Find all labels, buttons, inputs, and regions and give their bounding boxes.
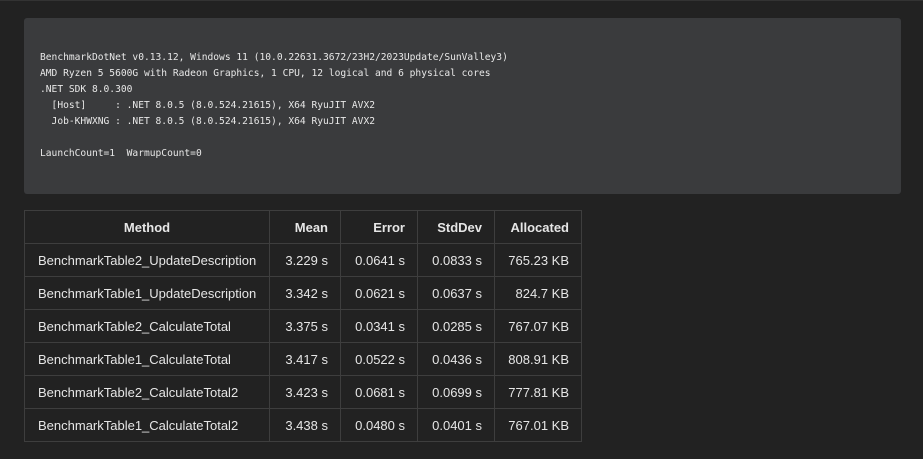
table-row: BenchmarkTable2_CalculateTotal 3.375 s 0… — [24, 309, 582, 343]
env-line-runtime: BenchmarkDotNet v0.13.12, Windows 11 (10… — [40, 52, 508, 63]
benchmark-results-table: Method Mean Error StdDev Allocated Bench… — [24, 210, 582, 442]
table-row: BenchmarkTable1_UpdateDescription 3.342 … — [24, 276, 582, 310]
cell-mean: 3.417 s — [269, 342, 341, 376]
cell-error: 0.0341 s — [340, 309, 418, 343]
header-allocated: Allocated — [494, 210, 582, 244]
cell-allocated: 767.07 KB — [494, 309, 582, 343]
header-error: Error — [340, 210, 418, 244]
cell-method: BenchmarkTable1_CalculateTotal2 — [24, 408, 270, 442]
cell-allocated: 765.23 KB — [494, 243, 582, 277]
page: BenchmarkDotNet v0.13.12, Windows 11 (10… — [0, 0, 923, 459]
env-line-host: [Host] : .NET 8.0.5 (8.0.524.21615), X64… — [40, 100, 376, 111]
cell-allocated: 824.7 KB — [494, 276, 582, 310]
cell-error: 0.0681 s — [340, 375, 418, 409]
cell-method: BenchmarkTable2_CalculateTotal — [24, 309, 270, 343]
cell-mean: 3.438 s — [269, 408, 341, 442]
cell-stddev: 0.0285 s — [417, 309, 495, 343]
environment-code-block: BenchmarkDotNet v0.13.12, Windows 11 (10… — [24, 18, 901, 194]
cell-stddev: 0.0401 s — [417, 408, 495, 442]
env-line-job: Job-KHWXNG : .NET 8.0.5 (8.0.524.21615),… — [40, 116, 376, 127]
cell-stddev: 0.0699 s — [417, 375, 495, 409]
table-row: BenchmarkTable2_UpdateDescription 3.229 … — [24, 243, 582, 277]
cell-allocated: 777.81 KB — [494, 375, 582, 409]
env-line-cpu: AMD Ryzen 5 5600G with Radeon Graphics, … — [40, 68, 491, 79]
cell-allocated: 767.01 KB — [494, 408, 582, 442]
cell-method: BenchmarkTable2_CalculateTotal2 — [24, 375, 270, 409]
table-row: BenchmarkTable1_CalculateTotal 3.417 s 0… — [24, 342, 582, 376]
table-row: BenchmarkTable1_CalculateTotal2 3.438 s … — [24, 408, 582, 442]
env-line-sdk: .NET SDK 8.0.300 — [40, 84, 133, 95]
cell-error: 0.0641 s — [340, 243, 418, 277]
header-method: Method — [24, 210, 270, 244]
cell-error: 0.0621 s — [340, 276, 418, 310]
cell-method: BenchmarkTable1_CalculateTotal — [24, 342, 270, 376]
cell-error: 0.0480 s — [340, 408, 418, 442]
cell-stddev: 0.0637 s — [417, 276, 495, 310]
cell-method: BenchmarkTable1_UpdateDescription — [24, 276, 270, 310]
table-row: BenchmarkTable2_CalculateTotal2 3.423 s … — [24, 375, 582, 409]
cell-error: 0.0522 s — [340, 342, 418, 376]
cell-stddev: 0.0833 s — [417, 243, 495, 277]
cell-mean: 3.229 s — [269, 243, 341, 277]
cell-method: BenchmarkTable2_UpdateDescription — [24, 243, 270, 277]
cell-stddev: 0.0436 s — [417, 342, 495, 376]
cell-mean: 3.375 s — [269, 309, 341, 343]
cell-mean: 3.342 s — [269, 276, 341, 310]
table-header-row: Method Mean Error StdDev Allocated — [24, 210, 582, 244]
cell-mean: 3.423 s — [269, 375, 341, 409]
header-stddev: StdDev — [417, 210, 495, 244]
environment-text: BenchmarkDotNet v0.13.12, Windows 11 (10… — [40, 50, 885, 162]
cell-allocated: 808.91 KB — [494, 342, 582, 376]
header-mean: Mean — [269, 210, 341, 244]
env-line-params: LaunchCount=1 WarmupCount=0 — [40, 148, 202, 159]
